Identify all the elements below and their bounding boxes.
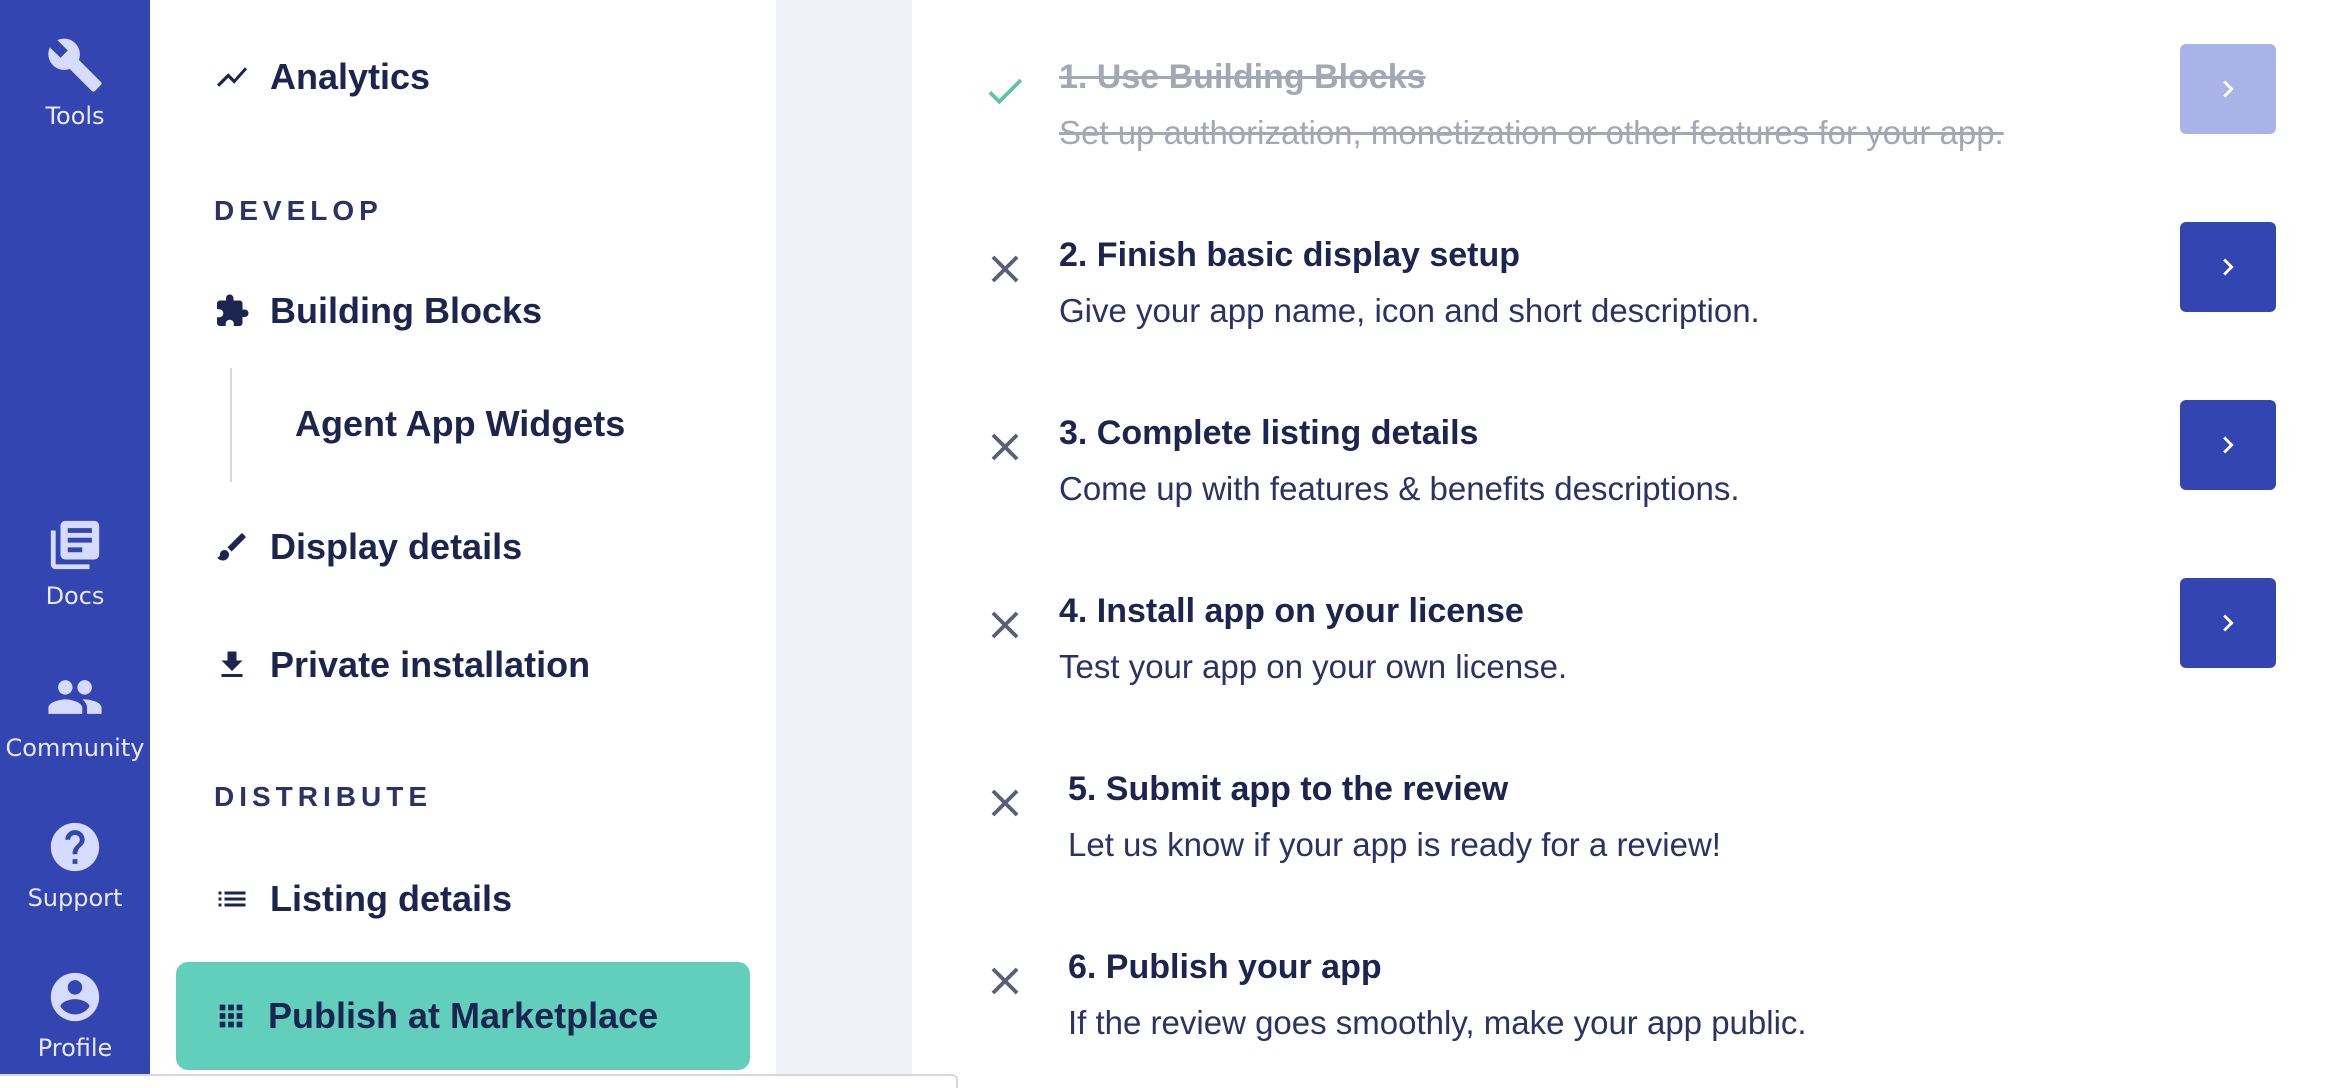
close-icon	[991, 255, 1019, 283]
rail-label: Tools	[45, 102, 105, 130]
checklist-step: 4. Install app on your license Test your…	[912, 578, 2340, 722]
step-title: 3. Complete listing details	[1059, 414, 1479, 452]
nav-listing-details[interactable]: Listing details	[214, 878, 512, 920]
checklist-step: 5. Submit app to the review Let us know …	[912, 770, 2340, 900]
step-description: If the review goes smoothly, make your a…	[1068, 1004, 1807, 1041]
icon-rail: Tools Docs Community Support Profile	[0, 0, 150, 1088]
step-description: Test your app on your own license.	[1059, 648, 1568, 685]
trending-up-icon	[217, 67, 247, 87]
checklist-step: 6. Publish your app If the review goes s…	[912, 948, 2340, 1078]
nav-label: Display details	[270, 526, 523, 567]
close-icon	[991, 789, 1019, 817]
step-go-button[interactable]	[2180, 44, 2276, 134]
profile-icon	[50, 972, 100, 1022]
step-title: 5. Submit app to the review	[1068, 770, 1509, 808]
step-description: Come up with features & benefits descrip…	[1059, 470, 1740, 507]
step-title: 1. Use Building Blocks	[1059, 58, 1426, 96]
rail-label: Docs	[45, 582, 105, 610]
rail-profile[interactable]: Profile	[0, 968, 150, 1062]
submenu-divider	[230, 368, 232, 482]
step-title: 2. Finish basic display setup	[1059, 236, 1521, 274]
sidebar-nav: Analytics DEVELOP Building Blocks Agent …	[150, 0, 776, 1088]
nav-building-blocks[interactable]: Building Blocks	[214, 290, 542, 332]
download-icon	[221, 651, 243, 677]
rail-label: Support	[27, 884, 123, 912]
puzzle-icon	[217, 294, 249, 326]
rail-tools[interactable]: Tools	[0, 36, 150, 130]
close-icon	[991, 611, 1019, 639]
nav-publish-marketplace[interactable]: Publish at Marketplace	[176, 962, 750, 1070]
nav-agent-app-widgets[interactable]: Agent App Widgets	[295, 403, 625, 445]
brush-icon	[217, 533, 246, 561]
section-label-distribute: DISTRIBUTE	[214, 781, 432, 812]
section-label-develop: DEVELOP	[214, 195, 383, 226]
wrench-icon	[48, 38, 102, 92]
rail-docs[interactable]: Docs	[0, 516, 150, 610]
step-description: Let us know if your app is ready for a r…	[1068, 826, 1721, 863]
check-icon	[988, 78, 1023, 105]
nav-label: Building Blocks	[270, 290, 543, 331]
rail-support[interactable]: Support	[0, 818, 150, 912]
nav-label: Listing details	[270, 878, 513, 919]
checklist-step: 1. Use Building Blocks Set up authorizat…	[912, 44, 2340, 188]
rail-label: Community	[5, 734, 145, 762]
close-icon	[991, 433, 1019, 461]
nav-label: Analytics	[270, 56, 431, 97]
docs-icon	[50, 520, 100, 570]
list-icon	[218, 891, 246, 907]
step-title: 6. Publish your app	[1068, 948, 1382, 986]
rail-community[interactable]: Community	[0, 668, 150, 762]
community-icon	[48, 680, 102, 714]
step-go-button[interactable]	[2180, 400, 2276, 490]
close-icon	[991, 967, 1019, 995]
bottom-panel-edge	[0, 1074, 958, 1088]
publish-checklist: 1. Use Building Blocks Set up authorizat…	[912, 0, 2340, 1088]
chevron-right-icon	[2223, 80, 2234, 98]
chevron-right-icon	[2223, 614, 2234, 632]
step-description: Set up authorization, monetization or ot…	[1059, 114, 2004, 151]
nav-label: Publish at Marketplace	[268, 995, 659, 1036]
apps-grid-icon	[219, 1004, 243, 1028]
nav-label: Private installation	[270, 644, 591, 685]
nav-analytics[interactable]: Analytics	[214, 56, 430, 98]
nav-display-details[interactable]: Display details	[214, 526, 522, 568]
nav-private-installation[interactable]: Private installation	[214, 644, 590, 686]
chevron-right-icon	[2223, 436, 2234, 454]
step-go-button[interactable]	[2180, 578, 2276, 668]
help-icon	[50, 822, 100, 872]
chevron-right-icon	[2223, 258, 2234, 276]
content-gutter	[776, 0, 912, 1088]
rail-label: Profile	[37, 1034, 113, 1062]
step-title: 4. Install app on your license	[1059, 592, 1524, 630]
step-go-button[interactable]	[2180, 222, 2276, 312]
checklist-step: 2. Finish basic display setup Give your …	[912, 222, 2340, 366]
step-description: Give your app name, icon and short descr…	[1059, 292, 1760, 329]
checklist-step: 3. Complete listing details Come up with…	[912, 400, 2340, 544]
